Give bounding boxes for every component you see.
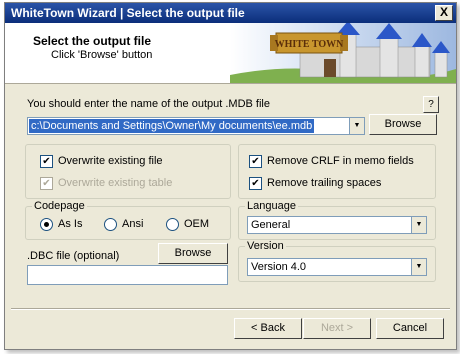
codepage-group: Codepage As Is Ansi OEM bbox=[25, 200, 231, 240]
version-selected-value: Version 4.0 bbox=[251, 261, 307, 273]
overwrite-options-group: ✔ Overwrite existing file ✔ Overwrite ex… bbox=[25, 144, 231, 199]
close-button[interactable]: X bbox=[435, 5, 453, 21]
castle-banner-image: WHITE TOWN bbox=[230, 23, 456, 83]
remove-spaces-label: Remove trailing spaces bbox=[267, 177, 382, 189]
page-subtitle: Click 'Browse' button bbox=[51, 49, 153, 61]
version-select[interactable]: Version 4.0 ▼ bbox=[247, 258, 427, 276]
language-select[interactable]: General ▼ bbox=[247, 216, 427, 234]
wizard-header: Select the output file Click 'Browse' bu… bbox=[5, 23, 456, 84]
language-group-title: Language bbox=[245, 200, 298, 212]
language-group: Language General ▼ bbox=[238, 200, 436, 240]
dbc-file-label: .DBC file (optional) bbox=[27, 250, 120, 262]
codepage-asis-radio[interactable] bbox=[40, 218, 53, 231]
codepage-group-title: Codepage bbox=[32, 200, 87, 212]
text-cleanup-group: ✔ Remove CRLF in memo fields ✔ Remove tr… bbox=[238, 144, 436, 199]
version-group-title: Version bbox=[245, 240, 286, 252]
codepage-ansi-label: Ansi bbox=[122, 218, 144, 230]
cancel-button[interactable]: Cancel bbox=[376, 318, 444, 339]
help-button[interactable]: ? bbox=[423, 96, 439, 113]
remove-crlf-label: Remove CRLF in memo fields bbox=[267, 155, 414, 167]
overwrite-file-label: Overwrite existing file bbox=[58, 155, 163, 167]
output-instruction: You should enter the name of the output … bbox=[27, 98, 270, 110]
output-path-value: c:\Documents and Settings\Owner\My docum… bbox=[29, 119, 315, 133]
browse-dbc-button[interactable]: Browse bbox=[158, 243, 228, 264]
banner-text: WHITE TOWN bbox=[275, 39, 345, 50]
codepage-ansi-radio[interactable] bbox=[104, 218, 117, 231]
browse-output-button[interactable]: Browse bbox=[369, 114, 437, 135]
radio-selected-dot bbox=[44, 222, 49, 227]
dbc-file-input[interactable] bbox=[27, 265, 228, 285]
overwrite-table-label: Overwrite existing table bbox=[58, 177, 173, 189]
footer-divider bbox=[11, 308, 450, 310]
chevron-down-icon[interactable]: ▼ bbox=[411, 217, 426, 233]
wizard-window: WhiteTown Wizard | Select the output fil… bbox=[4, 2, 457, 350]
overwrite-table-checkbox[interactable]: ✔ bbox=[40, 177, 53, 190]
codepage-oem-radio[interactable] bbox=[166, 218, 179, 231]
page-title: Select the output file bbox=[33, 34, 152, 48]
chevron-down-icon[interactable]: ▼ bbox=[411, 259, 426, 275]
version-group: Version Version 4.0 ▼ bbox=[238, 240, 436, 282]
title-bar[interactable]: WhiteTown Wizard | Select the output fil… bbox=[5, 3, 456, 23]
overwrite-file-checkbox[interactable]: ✔ bbox=[40, 155, 53, 168]
language-selected-value: General bbox=[251, 219, 291, 231]
codepage-asis-label: As Is bbox=[58, 218, 83, 230]
next-button[interactable]: Next > bbox=[303, 318, 371, 339]
window-title: WhiteTown Wizard | Select the output fil… bbox=[11, 6, 245, 20]
chevron-down-icon[interactable]: ▼ bbox=[349, 118, 364, 134]
remove-crlf-checkbox[interactable]: ✔ bbox=[249, 155, 262, 168]
output-path-combo[interactable]: c:\Documents and Settings\Owner\My docum… bbox=[27, 117, 365, 135]
codepage-oem-label: OEM bbox=[184, 218, 210, 230]
back-button[interactable]: < Back bbox=[234, 318, 302, 339]
remove-spaces-checkbox[interactable]: ✔ bbox=[249, 177, 262, 190]
